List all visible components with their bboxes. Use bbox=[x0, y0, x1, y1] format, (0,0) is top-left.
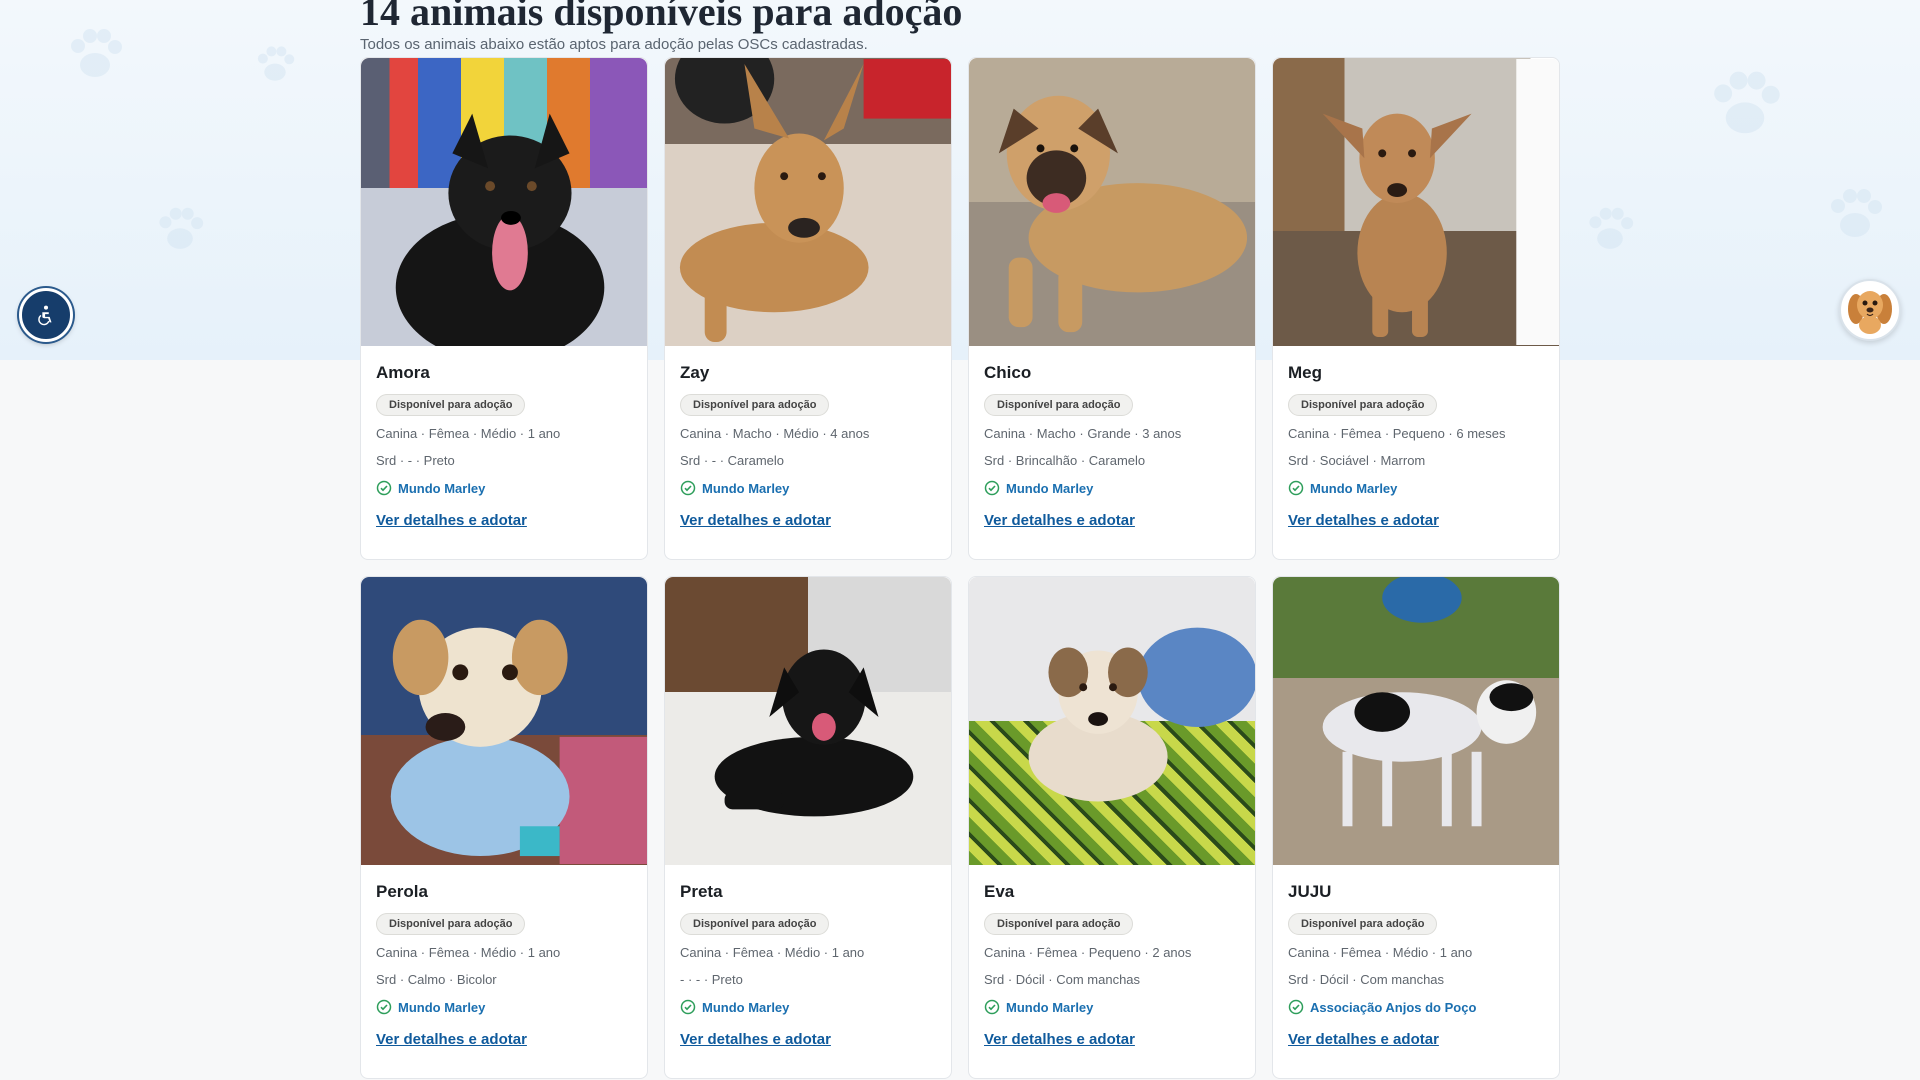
details-link[interactable]: Ver detalhes e adotar bbox=[984, 512, 1135, 529]
pet-attributes: Canina · Fêmea · Médio · 1 ano bbox=[680, 945, 865, 960]
organization: Mundo Marley bbox=[1288, 480, 1544, 496]
details-link[interactable]: Ver detalhes e adotar bbox=[1288, 1031, 1439, 1048]
organization-name: Mundo Marley bbox=[1310, 480, 1398, 496]
status-badge: Disponível para adoção bbox=[376, 394, 526, 416]
paw-print-icon bbox=[1700, 60, 1790, 150]
pet-card[interactable]: Eva Disponível para adoção Canina · Fême… bbox=[968, 576, 1256, 1079]
pet-name: Eva bbox=[984, 882, 1015, 901]
verified-check-icon bbox=[376, 480, 392, 496]
pet-name: JUJU bbox=[1288, 882, 1332, 901]
status-badge: Disponível para adoção bbox=[984, 913, 1134, 935]
verified-check-icon bbox=[984, 480, 1000, 496]
organization: Mundo Marley bbox=[680, 480, 936, 496]
pet-photo[interactable] bbox=[1273, 58, 1559, 346]
accessibility-button[interactable] bbox=[19, 288, 73, 342]
pet-attributes: Canina · Macho · Grande · 3 anos bbox=[984, 426, 1182, 441]
paw-print-icon bbox=[150, 200, 210, 260]
paw-print-icon bbox=[1580, 200, 1640, 260]
pet-traits: Srd · Sociável · Marrom bbox=[1288, 453, 1426, 468]
pet-attributes: Canina · Fêmea · Médio · 1 ano bbox=[376, 945, 561, 960]
organization: Mundo Marley bbox=[680, 999, 936, 1015]
pet-photo[interactable] bbox=[1273, 577, 1559, 865]
verified-check-icon bbox=[376, 999, 392, 1015]
organization: Mundo Marley bbox=[984, 999, 1240, 1015]
organization: Mundo Marley bbox=[376, 480, 632, 496]
pet-name: Chico bbox=[984, 363, 1032, 382]
organization-name: Mundo Marley bbox=[702, 480, 790, 496]
pet-name: Amora bbox=[376, 363, 430, 382]
pet-traits: Srd · - · Caramelo bbox=[680, 453, 785, 468]
pet-photo[interactable] bbox=[665, 58, 951, 346]
pet-card[interactable]: Preta Disponível para adoção Canina · Fê… bbox=[664, 576, 952, 1079]
mascot-chat-button[interactable] bbox=[1839, 279, 1901, 341]
pet-traits: Srd · Calmo · Bicolor bbox=[376, 972, 497, 987]
status-badge: Disponível para adoção bbox=[1288, 394, 1438, 416]
pet-attributes: Canina · Fêmea · Médio · 1 ano bbox=[1288, 945, 1473, 960]
details-link[interactable]: Ver detalhes e adotar bbox=[1288, 512, 1439, 529]
pet-name: Meg bbox=[1288, 363, 1322, 382]
pet-photo[interactable] bbox=[969, 577, 1255, 865]
paw-print-icon bbox=[250, 40, 300, 90]
details-link[interactable]: Ver detalhes e adotar bbox=[376, 512, 527, 529]
status-badge: Disponível para adoção bbox=[1288, 913, 1438, 935]
pet-card[interactable]: Perola Disponível para adoção Canina · F… bbox=[360, 576, 648, 1079]
organization-name: Mundo Marley bbox=[398, 480, 486, 496]
paw-print-icon bbox=[60, 20, 130, 90]
pet-traits: Srd · - · Preto bbox=[376, 453, 455, 468]
organization: Mundo Marley bbox=[376, 999, 632, 1015]
details-link[interactable]: Ver detalhes e adotar bbox=[376, 1031, 527, 1048]
pet-name: Preta bbox=[680, 882, 723, 901]
verified-check-icon bbox=[984, 999, 1000, 1015]
details-link[interactable]: Ver detalhes e adotar bbox=[984, 1031, 1135, 1048]
pet-traits: Srd · Dócil · Com manchas bbox=[984, 972, 1141, 987]
pet-traits: Srd · Dócil · Com manchas bbox=[1288, 972, 1445, 987]
organization: Associação Anjos do Poço bbox=[1288, 999, 1544, 1015]
status-badge: Disponível para adoção bbox=[680, 913, 830, 935]
pet-traits: - · - · Preto bbox=[680, 972, 743, 987]
pet-traits: Srd · Brincalhão · Caramelo bbox=[984, 453, 1146, 468]
pet-attributes: Canina · Macho · Médio · 4 anos bbox=[680, 426, 870, 441]
organization-name: Mundo Marley bbox=[398, 999, 486, 1015]
pet-name: Perola bbox=[376, 882, 428, 901]
status-badge: Disponível para adoção bbox=[984, 394, 1134, 416]
organization-name: Associação Anjos do Poço bbox=[1310, 999, 1477, 1015]
details-link[interactable]: Ver detalhes e adotar bbox=[680, 512, 831, 529]
pet-photo[interactable] bbox=[361, 577, 647, 865]
pet-attributes: Canina · Fêmea · Pequeno · 6 meses bbox=[1288, 426, 1506, 441]
page-subtitle: Todos os animais abaixo estão aptos para… bbox=[360, 36, 868, 53]
pet-name: Zay bbox=[680, 363, 710, 382]
pet-card[interactable]: Chico Disponível para adoção Canina · Ma… bbox=[968, 57, 1256, 560]
pet-photo[interactable] bbox=[969, 58, 1255, 346]
verified-check-icon bbox=[1288, 480, 1304, 496]
pet-card[interactable]: Meg Disponível para adoção Canina · Fême… bbox=[1272, 57, 1560, 560]
organization-name: Mundo Marley bbox=[702, 999, 790, 1015]
verified-check-icon bbox=[680, 480, 696, 496]
pet-card[interactable]: Zay Disponível para adoção Canina · Mach… bbox=[664, 57, 952, 560]
organization-name: Mundo Marley bbox=[1006, 999, 1094, 1015]
pet-photo[interactable] bbox=[361, 58, 647, 346]
page-title: 14 animais disponíveis para adoção bbox=[360, 0, 963, 34]
paw-print-icon bbox=[1820, 180, 1890, 250]
pet-card[interactable]: Amora Disponível para adoção Canina · Fê… bbox=[360, 57, 648, 560]
verified-check-icon bbox=[680, 999, 696, 1015]
pet-attributes: Canina · Fêmea · Pequeno · 2 anos bbox=[984, 945, 1192, 960]
pet-photo[interactable] bbox=[665, 577, 951, 865]
accessibility-icon bbox=[38, 305, 52, 326]
pet-grid: Amora Disponível para adoção Canina · Fê… bbox=[360, 57, 1560, 1079]
pet-card[interactable]: JUJU Disponível para adoção Canina · Fêm… bbox=[1272, 576, 1560, 1079]
pet-attributes: Canina · Fêmea · Médio · 1 ano bbox=[376, 426, 561, 441]
status-badge: Disponível para adoção bbox=[376, 913, 526, 935]
status-badge: Disponível para adoção bbox=[680, 394, 830, 416]
dog-mascot-icon bbox=[1848, 291, 1892, 334]
organization: Mundo Marley bbox=[984, 480, 1240, 496]
organization-name: Mundo Marley bbox=[1006, 480, 1094, 496]
details-link[interactable]: Ver detalhes e adotar bbox=[680, 1031, 831, 1048]
verified-check-icon bbox=[1288, 999, 1304, 1015]
